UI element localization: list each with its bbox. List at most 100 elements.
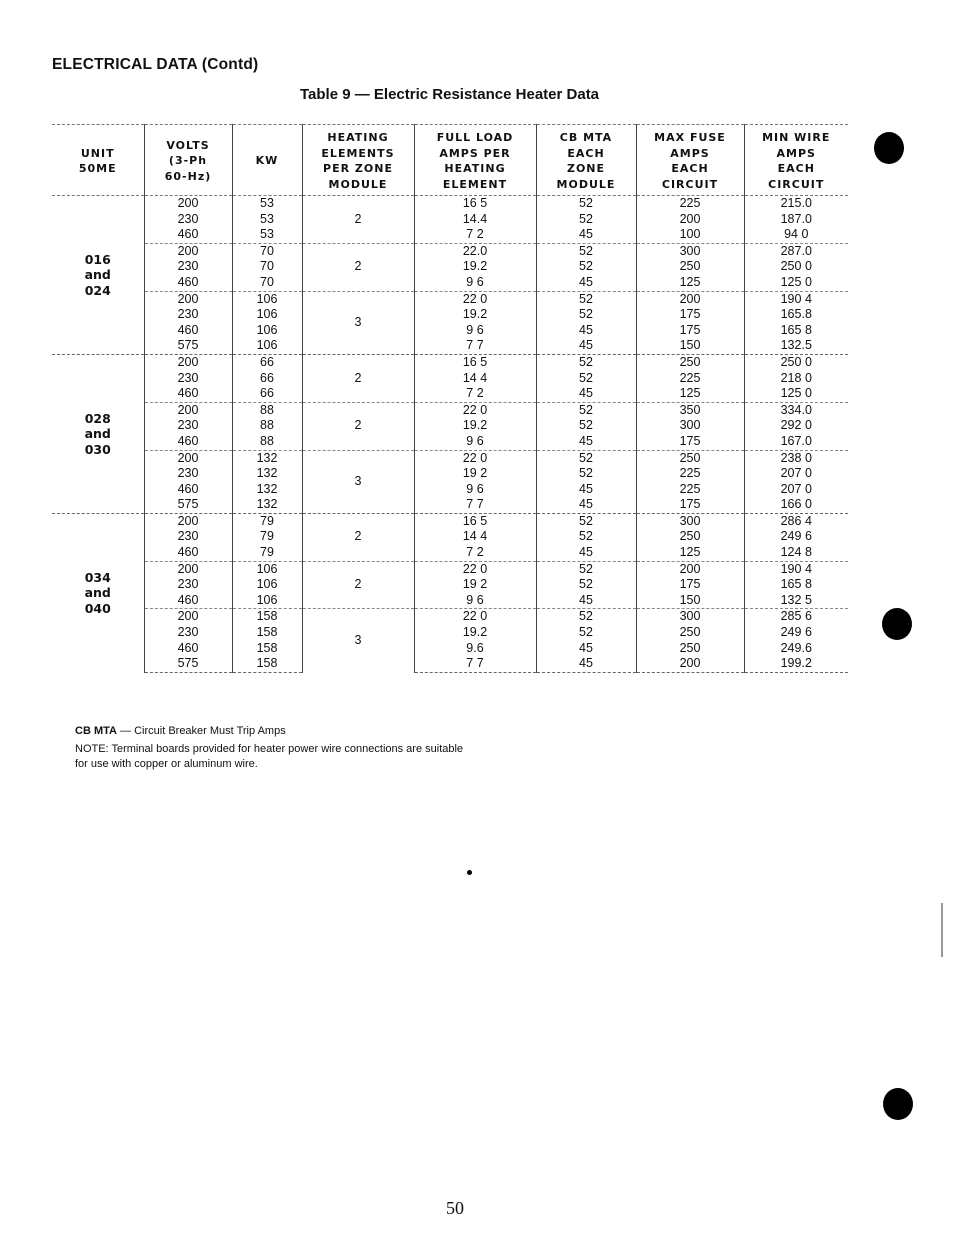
kw-cell: 132 bbox=[231, 497, 302, 514]
min-wire-cell: 132 5 bbox=[743, 592, 848, 609]
volts-cell: 230 bbox=[143, 418, 232, 434]
volts-cell: 460 bbox=[143, 481, 232, 498]
max-fuse-cell: 250 bbox=[635, 529, 744, 546]
full-load-amps-cell: 7 7 bbox=[413, 497, 536, 514]
heating-elements-cell: 2 bbox=[301, 401, 414, 450]
cb-mta-cell: 52 bbox=[535, 401, 636, 419]
scan-speck bbox=[467, 870, 472, 875]
cb-mta-cell: 45 bbox=[535, 497, 636, 514]
volts-cell: 460 bbox=[143, 274, 232, 292]
min-wire-cell: 132.5 bbox=[743, 338, 848, 355]
volts-cell: 460 bbox=[143, 386, 232, 403]
cb-mta-cell: 52 bbox=[535, 512, 636, 530]
cb-mta-cell: 52 bbox=[535, 560, 636, 578]
max-fuse-cell: 225 bbox=[635, 370, 744, 387]
volts-cell: 200 bbox=[143, 242, 232, 260]
max-fuse-cell: 125 bbox=[635, 545, 744, 562]
cb-mta-cell: 52 bbox=[535, 211, 636, 228]
min-wire-cell: 334.0 bbox=[743, 401, 848, 419]
full-load-amps-cell: 22 0 bbox=[413, 608, 536, 626]
max-fuse-cell: 250 bbox=[635, 449, 744, 467]
abbreviation-separator: — bbox=[116, 725, 135, 737]
table-row: 200 132 3 22 0 52 250 238 0 bbox=[52, 449, 848, 514]
binder-hole-punch-bottom bbox=[883, 1088, 913, 1120]
table-row: 230 106 19 2 52 175 165 8 bbox=[52, 577, 848, 593]
table-row: 230 106 19.2 52 175 165.8 bbox=[52, 307, 848, 323]
table-row: 460 79 7 2 45 125 124 8 bbox=[52, 545, 848, 562]
kw-cell: 66 bbox=[231, 386, 302, 403]
min-wire-cell: 165.8 bbox=[743, 307, 848, 323]
kw-cell: 158 bbox=[231, 640, 302, 657]
binder-hole-punch-middle bbox=[882, 608, 912, 640]
full-load-amps-cell: 9.6 bbox=[413, 640, 536, 657]
table-row: 200 88 2 22 0 52 350 334.0 bbox=[52, 401, 848, 450]
kw-cell: 106 bbox=[231, 338, 302, 355]
volts-cell: 200 bbox=[143, 194, 232, 212]
full-load-amps-cell: 7 2 bbox=[413, 227, 536, 244]
min-wire-cell: 125 0 bbox=[743, 386, 848, 403]
volts-cell: 230 bbox=[143, 307, 232, 323]
column-header-max-fuse: MAX FUSE AMPS EACH CIRCUIT bbox=[635, 124, 744, 196]
volts-cell: 200 bbox=[143, 290, 232, 308]
table-row: 200 106 3 22 0 52 200 190 4 bbox=[52, 290, 848, 355]
terminal-board-note: NOTE: Terminal boards provided for heate… bbox=[75, 743, 464, 770]
table-row: 575 158 7 7 45 200 199.2 bbox=[52, 656, 848, 673]
full-load-amps-cell: 16 5 bbox=[413, 353, 536, 371]
min-wire-cell: 199.2 bbox=[743, 656, 848, 673]
kw-cell: 106 bbox=[231, 560, 302, 578]
table-row: 034 and 040 200 79 2 16 5 52 300 286 4 bbox=[52, 512, 848, 673]
max-fuse-cell: 225 bbox=[635, 466, 744, 482]
volts-cell: 230 bbox=[143, 529, 232, 546]
cb-mta-cell: 52 bbox=[535, 418, 636, 434]
cb-mta-cell: 45 bbox=[535, 433, 636, 450]
max-fuse-cell: 175 bbox=[635, 577, 744, 593]
kw-cell: 53 bbox=[231, 194, 302, 212]
max-fuse-cell: 175 bbox=[635, 433, 744, 450]
max-fuse-cell: 300 bbox=[635, 608, 744, 626]
max-fuse-cell: 125 bbox=[635, 386, 744, 403]
full-load-amps-cell: 22 0 bbox=[413, 290, 536, 308]
table-row: 460 132 9 6 45 225 207 0 bbox=[52, 481, 848, 498]
full-load-amps-cell: 19 2 bbox=[413, 577, 536, 593]
min-wire-cell: 218 0 bbox=[743, 370, 848, 387]
max-fuse-cell: 100 bbox=[635, 227, 744, 244]
max-fuse-cell: 200 bbox=[635, 211, 744, 228]
kw-cell: 132 bbox=[231, 449, 302, 467]
cb-mta-cell: 52 bbox=[535, 290, 636, 308]
cb-mta-cell: 52 bbox=[535, 307, 636, 323]
abbreviation-term: CB MTA bbox=[75, 725, 117, 737]
heating-elements-cell: 3 bbox=[301, 290, 414, 355]
table-row: 575 106 7 7 45 150 132.5 bbox=[52, 338, 848, 355]
column-header-full-load-amps: FULL LOAD AMPS PER HEATING ELEMENT bbox=[413, 124, 536, 196]
kw-cell: 79 bbox=[231, 512, 302, 530]
max-fuse-cell: 175 bbox=[635, 307, 744, 323]
heating-elements-cell: 3 bbox=[301, 449, 414, 514]
volts-cell: 575 bbox=[143, 656, 232, 673]
min-wire-cell: 125 0 bbox=[743, 274, 848, 292]
volts-cell: 230 bbox=[143, 370, 232, 387]
volts-cell: 230 bbox=[143, 625, 232, 641]
min-wire-cell: 207 0 bbox=[743, 481, 848, 498]
max-fuse-cell: 225 bbox=[635, 481, 744, 498]
full-load-amps-cell: 7 2 bbox=[413, 545, 536, 562]
table-row: 230 132 19 2 52 225 207 0 bbox=[52, 466, 848, 482]
table-header-row: UNIT 50ME VOLTS (3-Ph 60-Hz) KW HEATING ELE… bbox=[52, 124, 848, 196]
max-fuse-cell: 150 bbox=[635, 338, 744, 355]
full-load-amps-cell: 14 4 bbox=[413, 529, 536, 546]
kw-cell: 53 bbox=[231, 211, 302, 228]
heating-elements-cell: 2 bbox=[301, 195, 414, 244]
table-row: 460 106 9 6 45 175 165 8 bbox=[52, 322, 848, 339]
volts-cell: 200 bbox=[143, 353, 232, 371]
table-row: 016 and 024 200 53 2 16 5 52 225 215.0 bbox=[52, 194, 848, 355]
cb-mta-cell: 52 bbox=[535, 625, 636, 641]
full-load-amps-cell: 22 0 bbox=[413, 449, 536, 467]
kw-cell: 70 bbox=[231, 259, 302, 275]
kw-cell: 88 bbox=[231, 418, 302, 434]
max-fuse-cell: 175 bbox=[635, 322, 744, 339]
min-wire-cell: 249 6 bbox=[743, 529, 848, 546]
kw-cell: 79 bbox=[231, 545, 302, 562]
cb-mta-cell: 52 bbox=[535, 577, 636, 593]
section-title: ELECTRICAL DATA (Contd) bbox=[52, 56, 259, 73]
kw-cell: 70 bbox=[231, 274, 302, 292]
scan-edge-mark bbox=[941, 903, 943, 957]
